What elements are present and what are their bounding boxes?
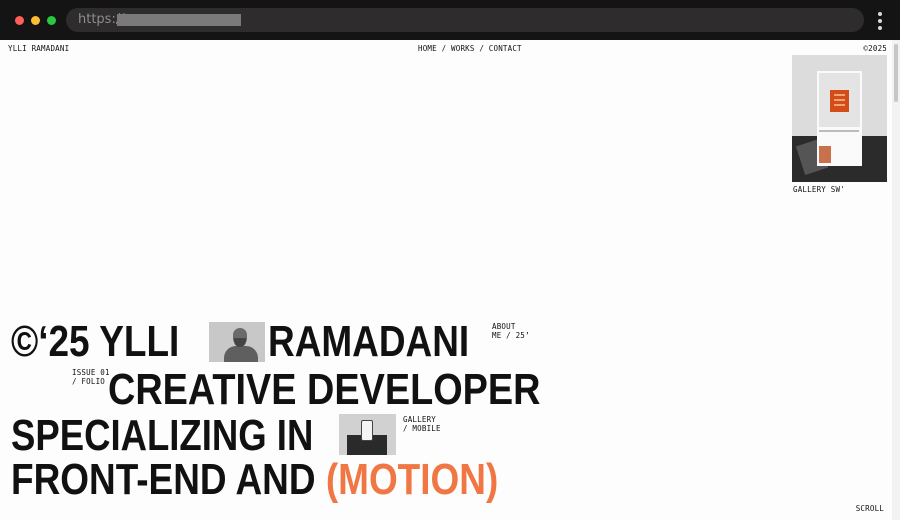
thumbnail-caption-line <box>819 130 859 132</box>
scroll-indicator[interactable]: SCROLL <box>856 504 884 513</box>
page: YLLI RAMADANI HOME / WORKS / CONTACT ©20… <box>0 40 900 520</box>
scrollbar-thumb[interactable] <box>894 44 898 102</box>
redacted-url <box>117 14 241 26</box>
thumbnail-artwork <box>819 73 860 127</box>
hero-accent-word: (MOTION) <box>325 455 499 504</box>
window-minimize-icon[interactable] <box>31 16 40 25</box>
address-bar[interactable]: https:// <box>66 8 864 32</box>
brand-name[interactable]: YLLI RAMADANI <box>8 44 69 53</box>
hero-line-1-right: RAMADANI <box>268 317 470 366</box>
issue-label: ISSUE 01 / FOLIO <box>72 368 110 386</box>
thumbnail-page-preview <box>817 71 862 166</box>
hero-line-2: CREATIVE DEVELOPER <box>108 365 541 414</box>
scrollbar[interactable] <box>892 40 900 520</box>
gallery-thumbnail[interactable] <box>792 55 887 182</box>
main-nav: HOME / WORKS / CONTACT <box>418 44 522 53</box>
mobile-photo <box>339 414 396 455</box>
browser-menu-icon[interactable] <box>877 12 883 30</box>
nav-contact[interactable]: CONTACT <box>489 44 522 53</box>
hero-line-4-plain: FRONT-END AND <box>11 455 316 504</box>
hero-line-4: FRONT-END AND (MOTION) <box>11 458 498 502</box>
about-label[interactable]: ABOUT ME / 25’ <box>492 322 530 340</box>
window-close-icon[interactable] <box>15 16 24 25</box>
nav-separator: / <box>479 44 485 53</box>
copyright-year: ©2025 <box>863 44 887 53</box>
gallery-mobile-label[interactable]: GALLERY / MOBILE <box>403 415 441 433</box>
portrait-photo <box>209 322 265 362</box>
orange-object <box>830 90 849 112</box>
thumbnail-label[interactable]: GALLERY SW' <box>793 185 845 194</box>
browser-chrome: https:// <box>0 0 900 40</box>
nav-home[interactable]: HOME <box>418 44 437 53</box>
hero-line-1-left: ©‘25 YLLI <box>11 317 180 366</box>
hero-line-3: SPECIALIZING IN <box>11 411 314 460</box>
thumbnail-small-image <box>819 146 831 163</box>
window-maximize-icon[interactable] <box>47 16 56 25</box>
nav-works[interactable]: WORKS <box>451 44 475 53</box>
nav-separator: / <box>441 44 447 53</box>
